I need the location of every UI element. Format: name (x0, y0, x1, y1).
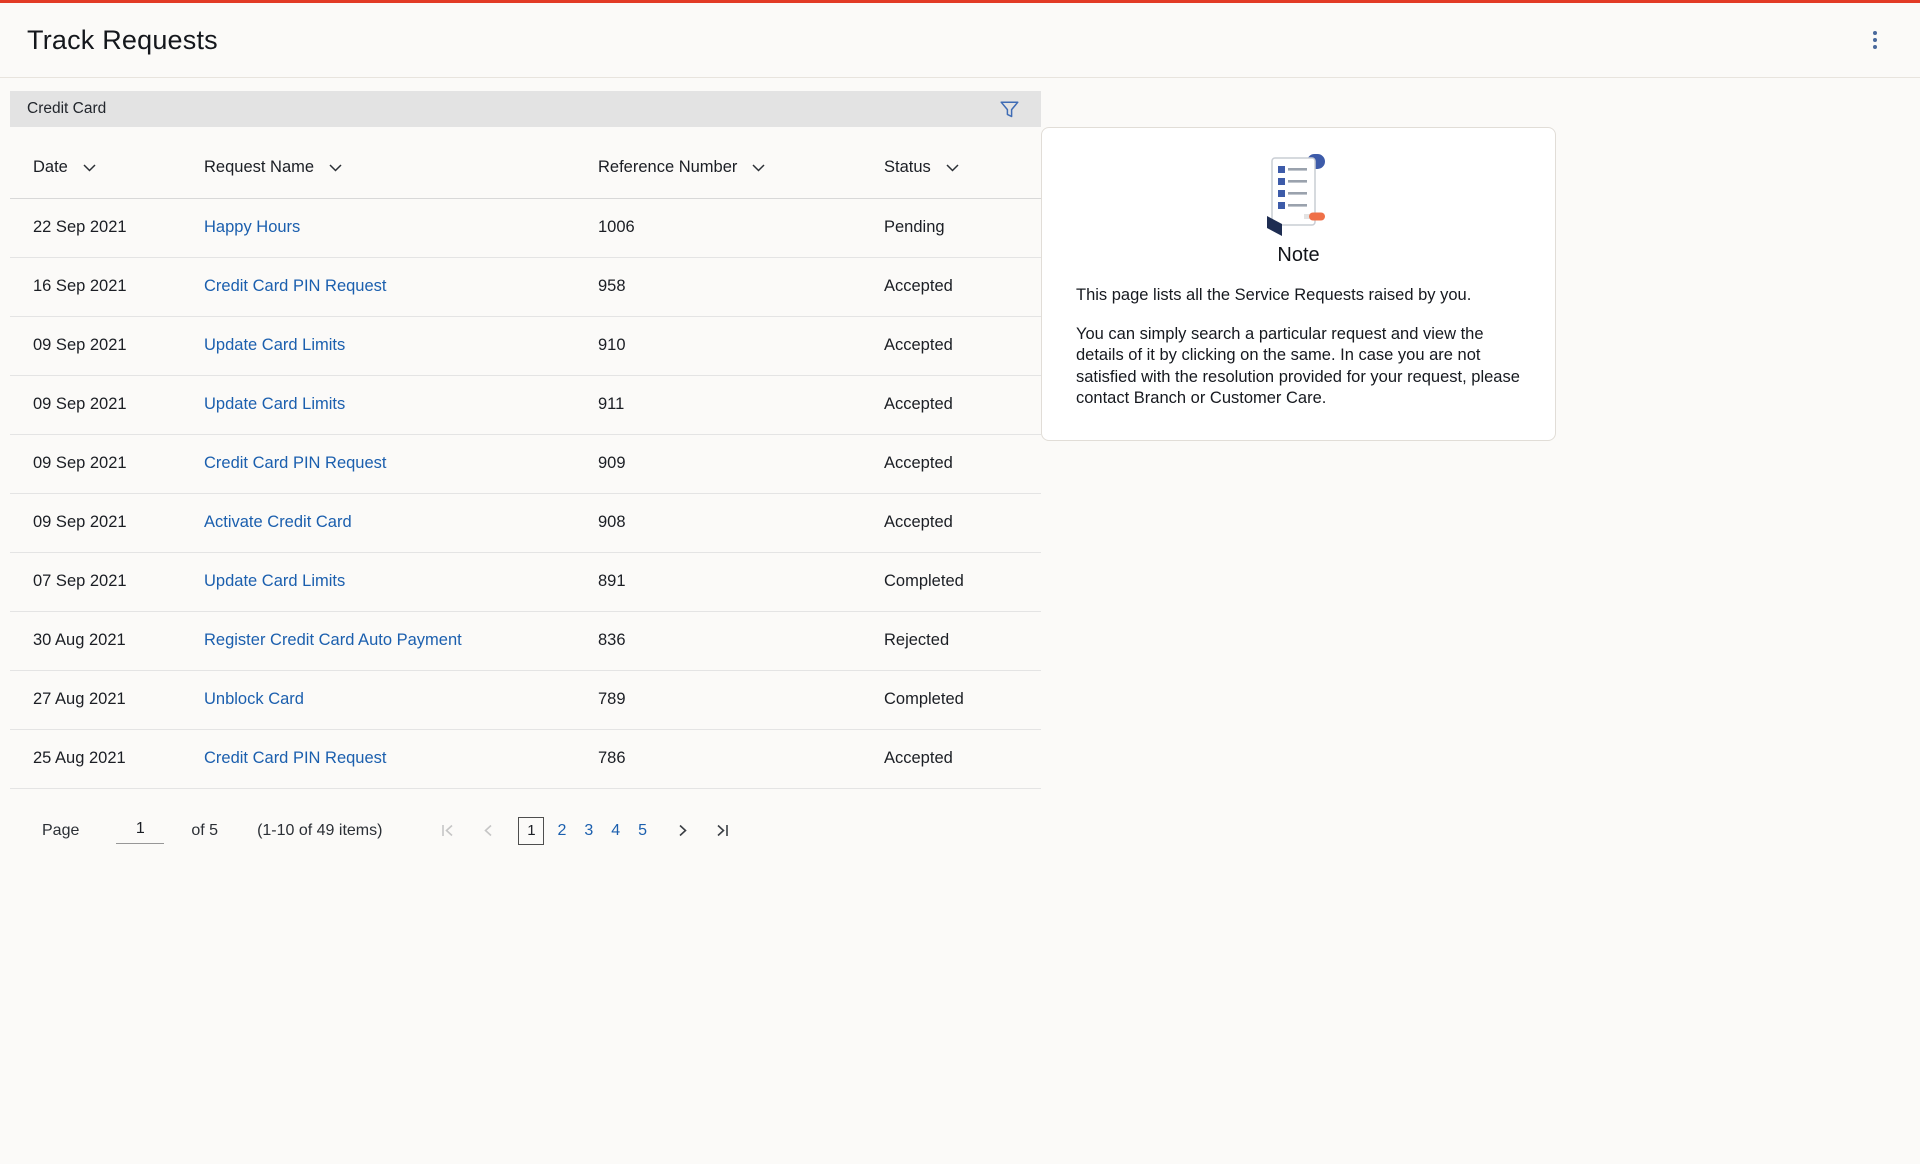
column-label: Reference Number (598, 158, 737, 177)
request-name-link[interactable]: Update Card Limits (204, 572, 345, 590)
request-name-link[interactable]: Register Credit Card Auto Payment (204, 631, 462, 649)
next-page-icon[interactable] (668, 817, 696, 845)
column-label: Request Name (204, 158, 314, 177)
request-date: 09 Sep 2021 (10, 375, 204, 434)
request-status: Accepted (884, 257, 1041, 316)
note-document-icon (1267, 154, 1331, 236)
table-row: 27 Aug 2021Unblock Card 789Completed (10, 670, 1041, 729)
note-paragraph: This page lists all the Service Requests… (1076, 285, 1521, 307)
request-date: 07 Sep 2021 (10, 552, 204, 611)
items-summary: (1-10 of 49 items) (257, 822, 382, 840)
last-page-icon[interactable] (708, 817, 736, 845)
request-date: 09 Sep 2021 (10, 316, 204, 375)
reference-number: 789 (598, 670, 884, 729)
request-name-link[interactable]: Happy Hours (204, 218, 300, 236)
table-row: 22 Sep 2021Happy Hours 1006Pending (10, 198, 1041, 257)
chevron-down-icon (752, 164, 765, 172)
reference-number: 958 (598, 257, 884, 316)
request-date: 27 Aug 2021 (10, 670, 204, 729)
filter-bar: Credit Card (10, 91, 1041, 127)
request-status: Accepted (884, 493, 1041, 552)
request-status: Accepted (884, 375, 1041, 434)
previous-page-icon[interactable] (474, 817, 502, 845)
reference-number: 891 (598, 552, 884, 611)
reference-number: 911 (598, 375, 884, 434)
table-row: 07 Sep 2021Update Card Limits 891Complete… (10, 552, 1041, 611)
request-name-link[interactable]: Activate Credit Card (204, 513, 352, 531)
table-row: 09 Sep 2021Credit Card PIN Request 909Acc… (10, 434, 1041, 493)
of-total-label: of 5 (191, 822, 218, 840)
table-header-row: Date Request Name Reference Number (10, 138, 1041, 198)
request-date: 25 Aug 2021 (10, 729, 204, 788)
page-number-input[interactable] (116, 818, 164, 844)
chevron-down-icon (329, 164, 342, 172)
table-row: 09 Sep 2021Activate Credit Card 908Accept… (10, 493, 1041, 552)
chevron-down-icon (83, 164, 96, 172)
page-link[interactable]: 5 (629, 822, 656, 840)
requests-section: Credit Card Date (10, 91, 1041, 845)
request-date: 30 Aug 2021 (10, 611, 204, 670)
requests-table-body: 22 Sep 2021Happy Hours1006Pending16 Sep … (10, 198, 1041, 788)
request-status: Pending (884, 198, 1041, 257)
reference-number: 910 (598, 316, 884, 375)
request-status: Completed (884, 552, 1041, 611)
table-row: 30 Aug 2021Register Credit Card Auto Pay… (10, 611, 1041, 670)
pagination-nav: 12345 (434, 817, 736, 845)
request-name-link[interactable]: Credit Card PIN Request (204, 277, 387, 295)
reference-number: 1006 (598, 198, 884, 257)
request-status: Completed (884, 670, 1041, 729)
table-row: 09 Sep 2021Update Card Limits 910Accepted (10, 316, 1041, 375)
page-link[interactable]: 2 (548, 822, 575, 840)
page-label: Page (42, 822, 79, 840)
request-status: Accepted (884, 434, 1041, 493)
pagination-bar: Page of 5 (1-10 of 49 items) 12345 (10, 817, 1041, 845)
reference-number: 909 (598, 434, 884, 493)
reference-number: 836 (598, 611, 884, 670)
note-panel: Note This page lists all the Service Req… (1041, 127, 1556, 441)
request-name-link[interactable]: Credit Card PIN Request (204, 749, 387, 767)
column-header-reference-number[interactable]: Reference Number (598, 138, 884, 198)
request-date: 09 Sep 2021 (10, 493, 204, 552)
reference-number: 908 (598, 493, 884, 552)
chevron-down-icon (946, 164, 959, 172)
page-link[interactable]: 3 (575, 822, 602, 840)
page-links: 12345 (514, 817, 656, 845)
request-name-link[interactable]: Update Card Limits (204, 395, 345, 413)
page-title: Track Requests (27, 25, 218, 56)
column-header-status[interactable]: Status (884, 138, 1041, 198)
page-header: Track Requests (0, 3, 1920, 78)
column-header-request-name[interactable]: Request Name (204, 138, 598, 198)
table-row: 09 Sep 2021Update Card Limits 911Accepted (10, 375, 1041, 434)
request-date: 22 Sep 2021 (10, 198, 204, 257)
column-header-date[interactable]: Date (10, 138, 204, 198)
note-title: Note (1076, 244, 1521, 267)
request-name-link[interactable]: Update Card Limits (204, 336, 345, 354)
column-label: Date (33, 158, 68, 177)
request-name-link[interactable]: Unblock Card (204, 690, 304, 708)
table-row: 25 Aug 2021Credit Card PIN Request 786Acc… (10, 729, 1041, 788)
request-date: 09 Sep 2021 (10, 434, 204, 493)
note-paragraph: You can simply search a particular reque… (1076, 324, 1521, 410)
kebab-menu-icon[interactable] (1862, 27, 1888, 53)
column-label: Status (884, 158, 931, 177)
page-current[interactable]: 1 (518, 817, 544, 845)
request-name-link[interactable]: Credit Card PIN Request (204, 454, 387, 472)
filter-bar-title: Credit Card (27, 100, 106, 118)
request-date: 16 Sep 2021 (10, 257, 204, 316)
first-page-icon[interactable] (434, 817, 462, 845)
request-status: Accepted (884, 729, 1041, 788)
main-content: Credit Card Date (0, 78, 1920, 845)
page-link[interactable]: 4 (602, 822, 629, 840)
request-status: Rejected (884, 611, 1041, 670)
filter-funnel-icon[interactable] (1000, 101, 1019, 118)
requests-table: Date Request Name Reference Number (10, 138, 1041, 789)
reference-number: 786 (598, 729, 884, 788)
request-status: Accepted (884, 316, 1041, 375)
table-row: 16 Sep 2021Credit Card PIN Request 958Acc… (10, 257, 1041, 316)
